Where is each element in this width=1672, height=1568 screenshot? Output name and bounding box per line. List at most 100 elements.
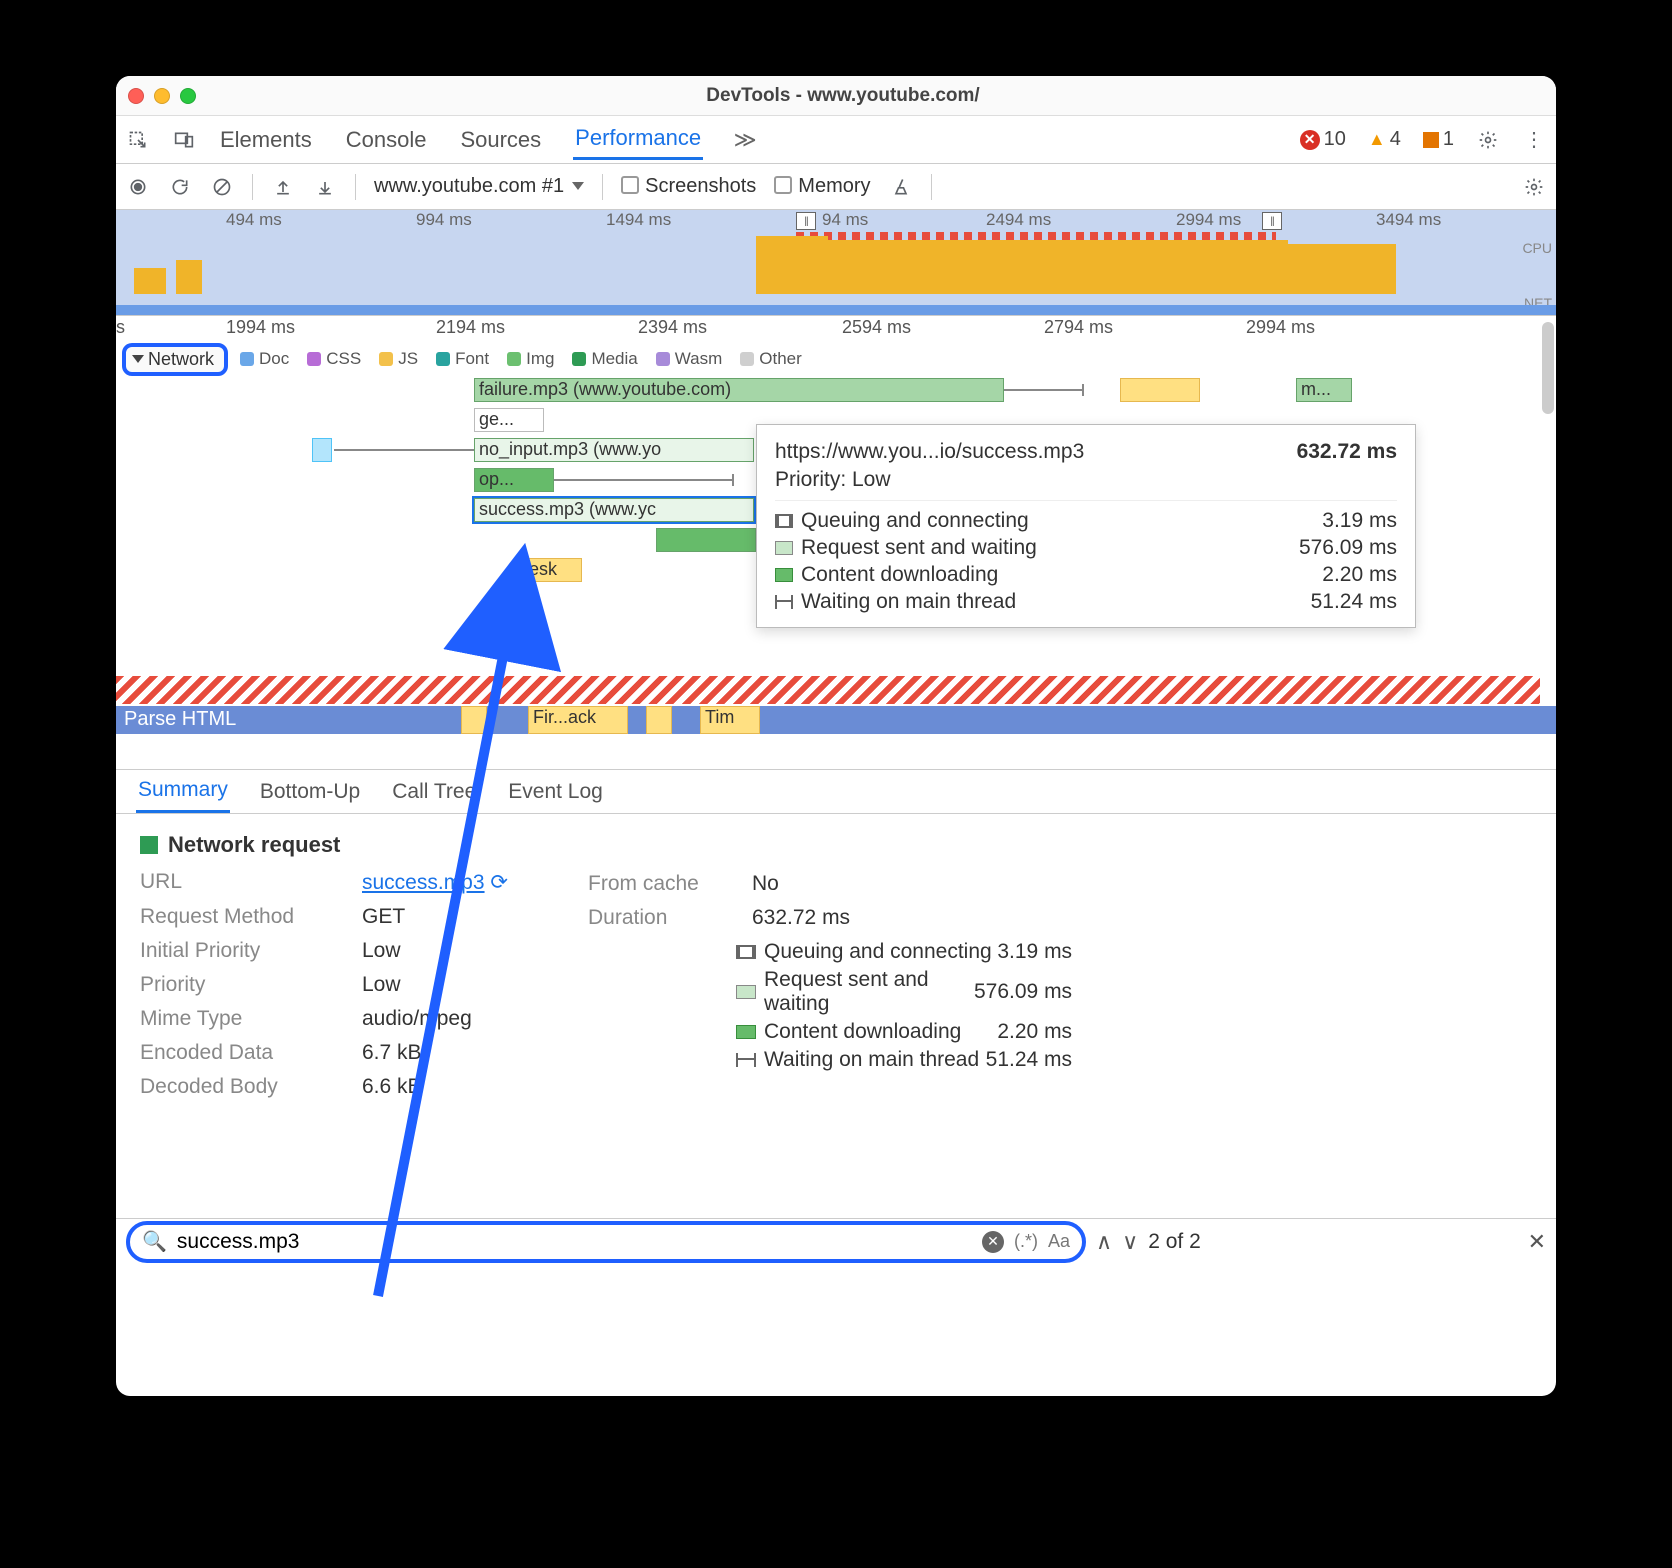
memory-label: Memory	[798, 175, 870, 197]
zoom-window-button[interactable]	[180, 88, 196, 104]
t3-l: Waiting on main thread	[764, 1048, 979, 1072]
record-button-icon[interactable]	[126, 175, 150, 199]
flame-bar[interactable]: Fir...ack	[528, 706, 628, 734]
tooltip-d-label: Content downloading	[801, 563, 998, 586]
clear-icon[interactable]	[210, 175, 234, 199]
devtools-tabs: Elements Console Sources Performance ≫	[218, 119, 757, 160]
legend-css: CSS	[326, 349, 361, 369]
request-row[interactable]: failure.mp3 (www.youtube.com)	[474, 378, 1004, 402]
flame-chart-panel[interactable]: s 1994 ms 2194 ms 2394 ms 2594 ms 2794 m…	[116, 316, 1556, 770]
error-count-badge[interactable]: ✕10	[1300, 128, 1346, 151]
overview-right-handle[interactable]: ||	[1262, 212, 1282, 230]
flame-bar[interactable]	[646, 706, 672, 734]
match-case-toggle[interactable]: Aa	[1048, 1231, 1070, 1252]
minimize-window-button[interactable]	[154, 88, 170, 104]
ruler-tick: 1994 ms	[226, 317, 295, 338]
legend-other: Other	[759, 349, 802, 369]
issue-count-badge[interactable]: 1	[1423, 128, 1454, 151]
summary-heading-text: Network request	[168, 832, 340, 858]
overview-tick: 1494 ms	[606, 210, 671, 230]
overview-tick: 994 ms	[416, 210, 472, 230]
v-dur: 632.72 ms	[752, 906, 1072, 930]
ruler-tick: 2194 ms	[436, 317, 505, 338]
reload-record-icon[interactable]	[168, 175, 192, 199]
legend-font: Font	[455, 349, 489, 369]
memory-checkbox[interactable]: Memory	[774, 175, 870, 198]
search-input[interactable]	[177, 1230, 972, 1254]
network-track-label: Network	[148, 349, 214, 370]
download-profile-icon[interactable]	[313, 175, 337, 199]
device-toggle-icon[interactable]	[172, 128, 196, 152]
warning-count-badge[interactable]: ▲4	[1368, 128, 1401, 151]
overview-tick: 2994 ms	[1176, 210, 1241, 230]
v-mime: audio/mpeg	[362, 1007, 508, 1031]
search-icon: 🔍	[142, 1229, 167, 1254]
prev-match-button[interactable]: ∧	[1096, 1229, 1112, 1255]
close-search-icon[interactable]: ✕	[1528, 1229, 1546, 1255]
request-row[interactable]	[312, 438, 332, 462]
tooltip-q-label: Queuing and connecting	[801, 509, 1029, 532]
next-match-button[interactable]: ∨	[1122, 1229, 1138, 1255]
upload-profile-icon[interactable]	[271, 175, 295, 199]
tab-event-log[interactable]: Event Log	[506, 772, 605, 812]
legend-img: Img	[526, 349, 554, 369]
screenshots-checkbox[interactable]: Screenshots	[621, 175, 756, 198]
match-count: 2 of 2	[1148, 1230, 1201, 1254]
request-row[interactable]: op...	[474, 468, 554, 492]
inspect-icon[interactable]	[126, 128, 150, 152]
tab-performance[interactable]: Performance	[573, 119, 703, 160]
recording-selector[interactable]: www.youtube.com #1	[374, 175, 584, 198]
ruler-tick: 2794 ms	[1044, 317, 1113, 338]
request-row[interactable]: no_input.mp3 (www.yo	[474, 438, 754, 462]
ruler-tick: 2994 ms	[1246, 317, 1315, 338]
tab-summary[interactable]: Summary	[136, 770, 230, 813]
request-row[interactable]	[1120, 378, 1200, 402]
refresh-icon[interactable]: ⟳	[490, 871, 508, 894]
t3-v: 51.24 ms	[986, 1048, 1072, 1072]
tab-sources[interactable]: Sources	[458, 121, 543, 159]
tab-call-tree[interactable]: Call Tree	[390, 772, 478, 812]
regex-toggle[interactable]: (.*)	[1014, 1231, 1038, 1252]
more-tabs-chevron-icon[interactable]: ≫	[733, 128, 757, 152]
legend-js: JS	[398, 349, 418, 369]
tooltip-d-val: 2.20 ms	[1322, 563, 1397, 587]
summary-url-link[interactable]: success.mp3	[362, 871, 485, 894]
v-cache: No	[752, 872, 1072, 896]
window-title: DevTools - www.youtube.com/	[196, 85, 1490, 107]
request-row[interactable]	[656, 528, 756, 552]
recording-name: www.youtube.com #1	[374, 175, 564, 197]
close-window-button[interactable]	[128, 88, 144, 104]
v-initprio: Low	[362, 939, 508, 963]
request-row-selected[interactable]: success.mp3 (www.yc	[474, 498, 754, 522]
network-track-toggle[interactable]: Network	[122, 343, 228, 376]
flame-bar[interactable]	[461, 706, 487, 734]
ruler-tick: 2394 ms	[638, 317, 707, 338]
k-method: Request Method	[140, 905, 346, 929]
tooltip-m-val: 51.24 ms	[1311, 590, 1397, 614]
overview-left-handle[interactable]: ||	[796, 212, 816, 230]
v-enc: 6.7 kB	[362, 1041, 508, 1065]
settings-gear-icon[interactable]	[1476, 128, 1500, 152]
capture-settings-gear-icon[interactable]	[1522, 175, 1546, 199]
gc-broom-icon[interactable]	[889, 175, 913, 199]
caret-down-icon	[132, 355, 144, 363]
tab-console[interactable]: Console	[344, 121, 429, 159]
request-row[interactable]: ge...	[474, 408, 544, 432]
clear-icon[interactable]: ✕	[982, 1231, 1004, 1253]
v-method: GET	[362, 905, 508, 929]
request-row[interactable]: desk	[514, 558, 582, 582]
tooltip-q-val: 3.19 ms	[1322, 509, 1397, 533]
overview-tick: 2494 ms	[986, 210, 1051, 230]
ruler: s 1994 ms 2194 ms 2394 ms 2594 ms 2794 m…	[116, 316, 1556, 340]
tooltip-w-val: 576.09 ms	[1299, 536, 1397, 560]
performance-toolbar: www.youtube.com #1 Screenshots Memory	[116, 164, 1556, 210]
overview-timeline[interactable]: 494 ms 994 ms 1494 ms 94 ms 2494 ms 2994…	[116, 210, 1556, 316]
kebab-menu-icon[interactable]: ⋮	[1522, 128, 1546, 152]
request-row[interactable]: m...	[1296, 378, 1352, 402]
parse-html-bar[interactable]: Parse HTML	[116, 706, 1556, 734]
tab-bottom-up[interactable]: Bottom-Up	[258, 772, 362, 812]
issue-count: 1	[1443, 128, 1454, 151]
k-initprio: Initial Priority	[140, 939, 346, 963]
flame-bar[interactable]: Tim	[700, 706, 760, 734]
tab-elements[interactable]: Elements	[218, 121, 314, 159]
